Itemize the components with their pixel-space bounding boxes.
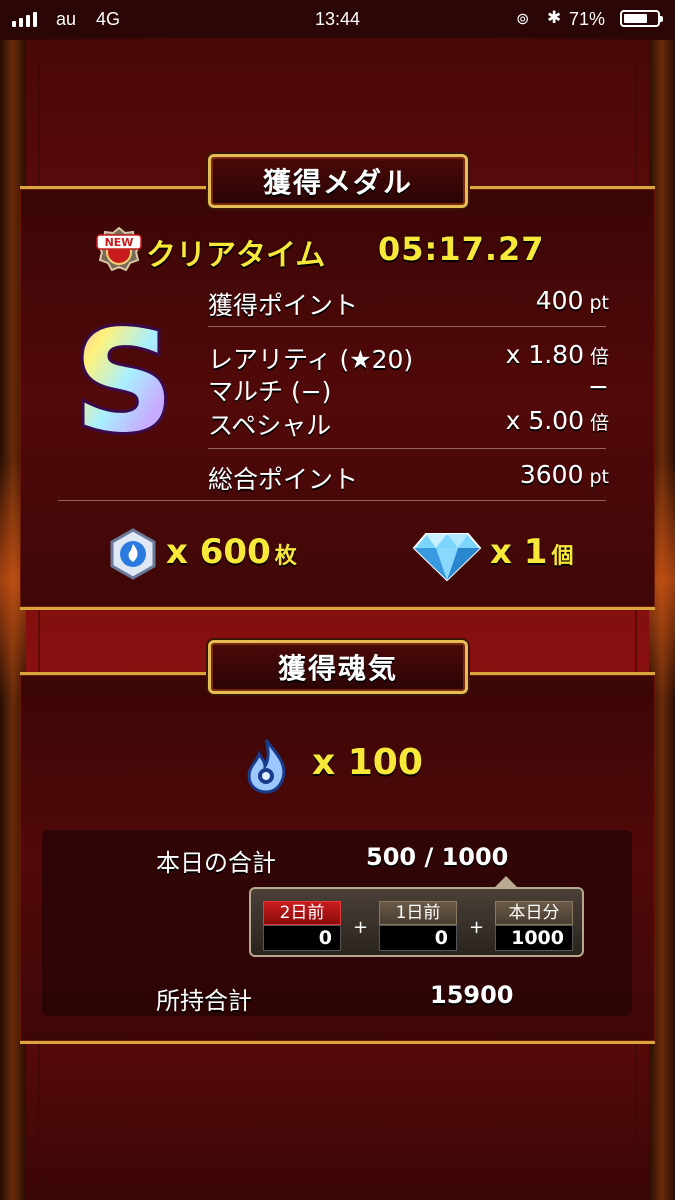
total-points-unit: pt bbox=[589, 466, 609, 488]
day-1-ago-label: 1日前 bbox=[379, 901, 457, 925]
battery-icon bbox=[620, 10, 663, 27]
status-bar: au 4G 13:44 ⊚ ✱ 71% bbox=[0, 0, 675, 38]
rank-s-icon: S bbox=[71, 318, 178, 444]
clear-time-label: クリアタイム bbox=[146, 238, 326, 273]
day-2-ago-value: 0 bbox=[263, 925, 341, 951]
rarity-value: x 1.80 bbox=[505, 340, 584, 369]
soul-amount: x 100 bbox=[312, 742, 423, 783]
divider bbox=[208, 326, 606, 327]
total-points-label: 総合ポイント bbox=[208, 465, 359, 494]
points-label: 獲得ポイント bbox=[208, 291, 359, 320]
points-value-row: 400 pt bbox=[536, 286, 609, 315]
today-portion: 本日分 1000 bbox=[495, 901, 573, 951]
special-value-row: x 5.00 倍 bbox=[506, 406, 609, 435]
special-unit: 倍 bbox=[589, 412, 609, 434]
battery-percentage: 71% bbox=[569, 9, 606, 29]
points-unit: pt bbox=[589, 292, 609, 314]
day-1-ago-value: 0 bbox=[379, 925, 457, 951]
special-value: x 5.00 bbox=[505, 406, 584, 435]
today-portion-value: 1000 bbox=[495, 925, 573, 951]
today-portion-label: 本日分 bbox=[495, 901, 573, 925]
today-total-value: 500 / 1000 bbox=[366, 843, 509, 871]
diamond-reward: x 1個 bbox=[490, 532, 573, 572]
medal-reward-unit: 枚 bbox=[274, 544, 297, 569]
rarity-label: レアリティ (★20) bbox=[208, 345, 414, 374]
multi-label: マルチ (−) bbox=[208, 377, 332, 406]
diamond-reward-unit: 個 bbox=[551, 544, 574, 569]
special-label: スペシャル bbox=[208, 411, 332, 440]
plus-sign: + bbox=[469, 917, 485, 938]
clear-time-value: 05:17.27 bbox=[378, 230, 545, 268]
total-points-value: 3600 bbox=[519, 460, 584, 489]
divider bbox=[208, 448, 606, 449]
day-1-ago: 1日前 0 bbox=[379, 901, 457, 951]
medal-icon bbox=[110, 528, 156, 580]
today-total-label: 本日の合計 bbox=[156, 849, 276, 877]
soul-flame-icon bbox=[247, 739, 286, 794]
owned-total-value: 15900 bbox=[430, 981, 514, 1009]
plus-sign: + bbox=[353, 917, 369, 938]
diamond-icon bbox=[412, 533, 482, 582]
day-2-ago-label: 2日前 bbox=[263, 901, 341, 925]
medal-panel-title: 獲得メダル bbox=[208, 154, 468, 208]
rarity-unit: 倍 bbox=[589, 346, 609, 368]
divider bbox=[58, 500, 606, 501]
rotation-lock-icon: ⊚ bbox=[516, 11, 530, 28]
rarity-value-row: x 1.80 倍 bbox=[506, 340, 609, 369]
total-points-row: 3600 pt bbox=[520, 460, 609, 489]
daily-breakdown: 2日前 0 + 1日前 0 + 本日分 1000 bbox=[249, 887, 584, 957]
new-badge-text: NEW bbox=[105, 236, 134, 249]
multi-value: − bbox=[588, 372, 609, 401]
points-value: 400 bbox=[535, 286, 584, 315]
day-2-ago: 2日前 0 bbox=[263, 901, 341, 951]
medal-reward-amount: x 600 bbox=[166, 532, 271, 572]
rank-letter: S bbox=[74, 318, 175, 444]
battery-fill bbox=[624, 14, 647, 23]
soul-panel-title: 獲得魂気 bbox=[208, 640, 468, 694]
owned-total-label: 所持合計 bbox=[156, 987, 252, 1015]
new-badge-icon: NEW bbox=[96, 226, 142, 272]
bluetooth-icon: ✱ bbox=[547, 8, 562, 27]
diamond-reward-amount: x 1 bbox=[490, 532, 548, 572]
medal-reward: x 600 枚 bbox=[166, 532, 297, 572]
